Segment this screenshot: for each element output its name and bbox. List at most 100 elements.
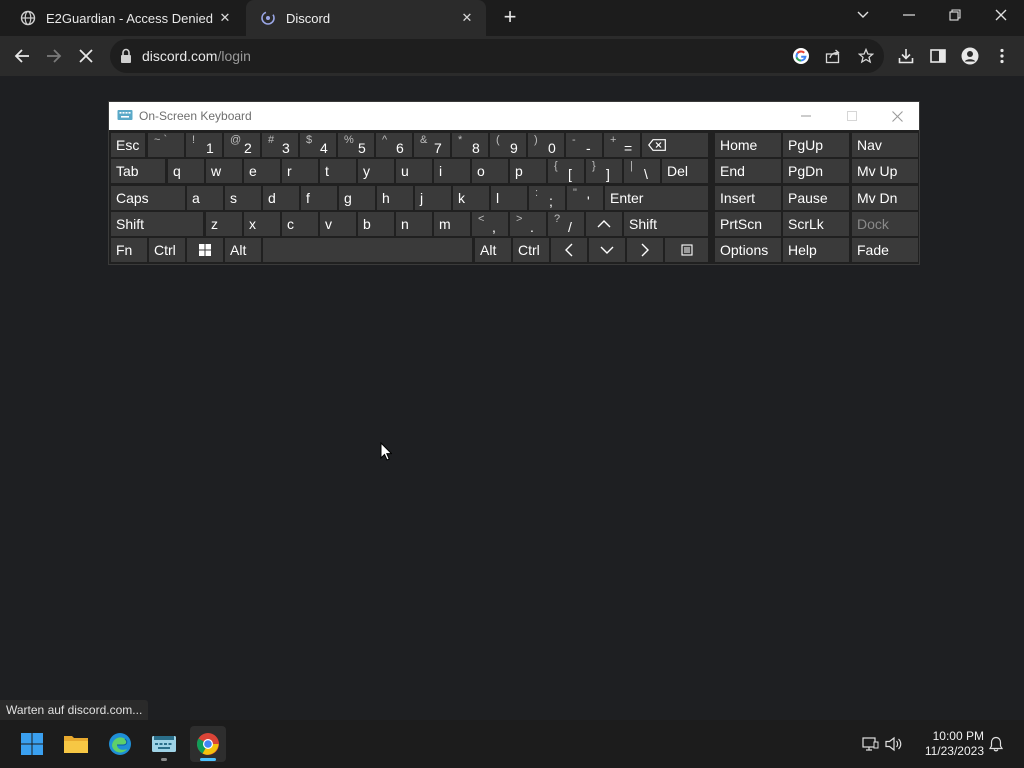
key-6[interactable]: ^ 6: [376, 133, 412, 157]
key-1[interactable]: ! 1: [186, 133, 222, 157]
key-end[interactable]: End: [715, 159, 781, 183]
key-9[interactable]: (9: [490, 133, 526, 157]
stop-loading-icon[interactable]: [70, 40, 102, 72]
key-period[interactable]: >.: [510, 212, 546, 236]
key-semicolon[interactable]: :;: [529, 186, 565, 210]
key-x[interactable]: x: [244, 212, 280, 236]
key-backslash[interactable]: | \: [624, 159, 660, 183]
key-l[interactable]: l: [491, 186, 527, 210]
file-explorer-icon[interactable]: [58, 726, 94, 762]
key-ctrl-left[interactable]: Ctrl: [149, 238, 185, 262]
key-a[interactable]: a: [187, 186, 223, 210]
key-slash[interactable]: ? /: [548, 212, 584, 236]
osk-minimize-icon[interactable]: [795, 106, 817, 126]
key-fn[interactable]: Fn: [111, 238, 147, 262]
osk-titlebar[interactable]: On-Screen Keyboard: [109, 102, 919, 130]
key-esc[interactable]: Esc: [111, 133, 145, 157]
key-pgdn[interactable]: PgDn: [783, 159, 849, 183]
system-clock[interactable]: 10:00 PM 11/23/2023: [912, 729, 984, 759]
osk-close-icon[interactable]: [886, 106, 908, 126]
key-7[interactable]: & 7: [414, 133, 450, 157]
key-p[interactable]: p: [510, 159, 546, 183]
key-arrow-up[interactable]: [586, 212, 622, 236]
key-menu[interactable]: [665, 238, 708, 262]
key-enter[interactable]: Enter: [605, 186, 708, 210]
key-alt-right[interactable]: Alt: [475, 238, 511, 262]
download-icon[interactable]: [890, 40, 922, 72]
key-q[interactable]: q: [168, 159, 204, 183]
key-f[interactable]: f: [301, 186, 337, 210]
key-fade[interactable]: Fade: [852, 238, 918, 262]
side-panel-icon[interactable]: [922, 40, 954, 72]
key-mv-dn[interactable]: Mv Dn: [852, 186, 918, 210]
key-scrlk[interactable]: ScrLk: [783, 212, 849, 236]
profile-icon[interactable]: [954, 40, 986, 72]
key-home[interactable]: Home: [715, 133, 781, 157]
key-comma[interactable]: <,: [472, 212, 508, 236]
key-backspace[interactable]: [642, 133, 708, 157]
key-options[interactable]: Options: [715, 238, 781, 262]
key-b[interactable]: b: [358, 212, 394, 236]
key-arrow-down[interactable]: [589, 238, 625, 262]
key-left-bracket[interactable]: {[: [548, 159, 584, 183]
key-caps[interactable]: Caps: [111, 186, 185, 210]
key-t[interactable]: t: [320, 159, 356, 183]
key-help[interactable]: Help: [783, 238, 849, 262]
new-tab-button[interactable]: +: [498, 6, 522, 30]
key-pgup[interactable]: PgUp: [783, 133, 849, 157]
key-m[interactable]: m: [434, 212, 470, 236]
key-e[interactable]: e: [244, 159, 280, 183]
key-shift-right[interactable]: Shift: [624, 212, 708, 236]
notification-bell-icon[interactable]: [986, 734, 1006, 754]
address-bar[interactable]: discord.com/login: [110, 39, 884, 73]
key-v[interactable]: v: [320, 212, 356, 236]
key-c[interactable]: c: [282, 212, 318, 236]
volume-icon[interactable]: [884, 734, 904, 754]
key-r[interactable]: r: [282, 159, 318, 183]
close-tab-icon[interactable]: ✕: [456, 7, 478, 29]
chrome-icon[interactable]: [190, 726, 226, 762]
key-mv-up[interactable]: Mv Up: [852, 159, 918, 183]
google-icon[interactable]: [788, 43, 814, 69]
key-del[interactable]: Del: [662, 159, 708, 183]
key-space[interactable]: [263, 238, 472, 262]
key-minus[interactable]: --: [566, 133, 602, 157]
key-tab[interactable]: Tab: [111, 159, 165, 183]
on-screen-keyboard-icon[interactable]: [146, 726, 182, 762]
key-u[interactable]: u: [396, 159, 432, 183]
restore-icon[interactable]: [932, 0, 978, 30]
key-d[interactable]: d: [263, 186, 299, 210]
close-window-icon[interactable]: [978, 0, 1024, 30]
key-arrow-left[interactable]: [551, 238, 587, 262]
key-y[interactable]: y: [358, 159, 394, 183]
key-i[interactable]: i: [434, 159, 470, 183]
key-j[interactable]: j: [415, 186, 451, 210]
windows-start-icon[interactable]: [14, 726, 50, 762]
key-4[interactable]: $4: [300, 133, 336, 157]
key-arrow-right[interactable]: [627, 238, 663, 262]
forward-arrow-icon[interactable]: [38, 40, 70, 72]
key-pause[interactable]: Pause: [783, 186, 849, 210]
minimize-icon[interactable]: [886, 0, 932, 30]
key-nav[interactable]: Nav: [852, 133, 918, 157]
tab-search-icon[interactable]: [840, 0, 886, 30]
key-ctrl-right[interactable]: Ctrl: [513, 238, 549, 262]
key-2[interactable]: @2: [224, 133, 260, 157]
back-arrow-icon[interactable]: [6, 40, 38, 72]
share-icon[interactable]: [820, 43, 846, 69]
key-8[interactable]: * 8: [452, 133, 488, 157]
key-n[interactable]: n: [396, 212, 432, 236]
key-insert[interactable]: Insert: [715, 186, 781, 210]
key-w[interactable]: w: [206, 159, 242, 183]
key-o[interactable]: o: [472, 159, 508, 183]
key-shift-left[interactable]: Shift: [111, 212, 203, 236]
key-tilde[interactable]: ~ `: [148, 133, 184, 157]
key-0[interactable]: ) 0: [528, 133, 564, 157]
key-h[interactable]: h: [377, 186, 413, 210]
key-3[interactable]: #3: [262, 133, 298, 157]
edge-icon[interactable]: [102, 726, 138, 762]
tab-e2guardian[interactable]: E2Guardian - Access Denied ✕: [6, 0, 244, 36]
key-s[interactable]: s: [225, 186, 261, 210]
bookmark-star-icon[interactable]: [853, 43, 879, 69]
key-equals[interactable]: + =: [604, 133, 640, 157]
